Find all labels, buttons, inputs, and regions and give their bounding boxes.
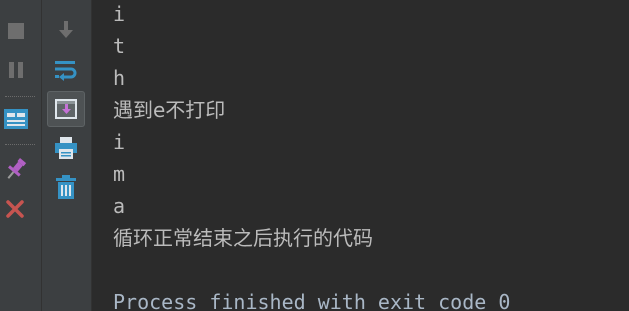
console-line: m	[113, 162, 126, 186]
scroll-down-icon[interactable]	[55, 19, 77, 43]
run-icon[interactable]	[5, 0, 27, 4]
console-line: i	[113, 130, 126, 154]
soft-wrap-icon[interactable]	[53, 58, 79, 82]
run-tool-window: i t h 遇到e不打印 i m a 循环正常结束之后执行的代码 Process…	[0, 0, 629, 311]
console-toolbar	[42, 0, 92, 311]
console-line: h	[113, 66, 126, 90]
left-toolbar	[0, 0, 42, 311]
console-output[interactable]: i t h 遇到e不打印 i m a 循环正常结束之后执行的代码 Process…	[92, 0, 629, 311]
layout-icon[interactable]	[3, 107, 29, 131]
process-exit-message: Process finished with exit code 0	[113, 290, 511, 311]
stop-icon[interactable]	[5, 20, 27, 42]
trash-icon[interactable]	[53, 174, 79, 200]
toolbar-separator	[5, 144, 35, 145]
toolbar-separator	[5, 96, 35, 97]
scroll-up-icon[interactable]	[55, 0, 77, 2]
pin-icon[interactable]	[3, 156, 29, 182]
scroll-to-end-icon[interactable]	[47, 91, 85, 127]
print-icon[interactable]	[53, 135, 79, 161]
close-icon[interactable]	[4, 198, 26, 220]
console-line: a	[113, 194, 126, 218]
console-line: 遇到e不打印	[113, 98, 226, 122]
console-line: i	[113, 2, 126, 26]
console-line: 循环正常结束之后执行的代码	[113, 226, 373, 250]
console-line: t	[113, 34, 126, 58]
pause-icon[interactable]	[5, 59, 27, 81]
